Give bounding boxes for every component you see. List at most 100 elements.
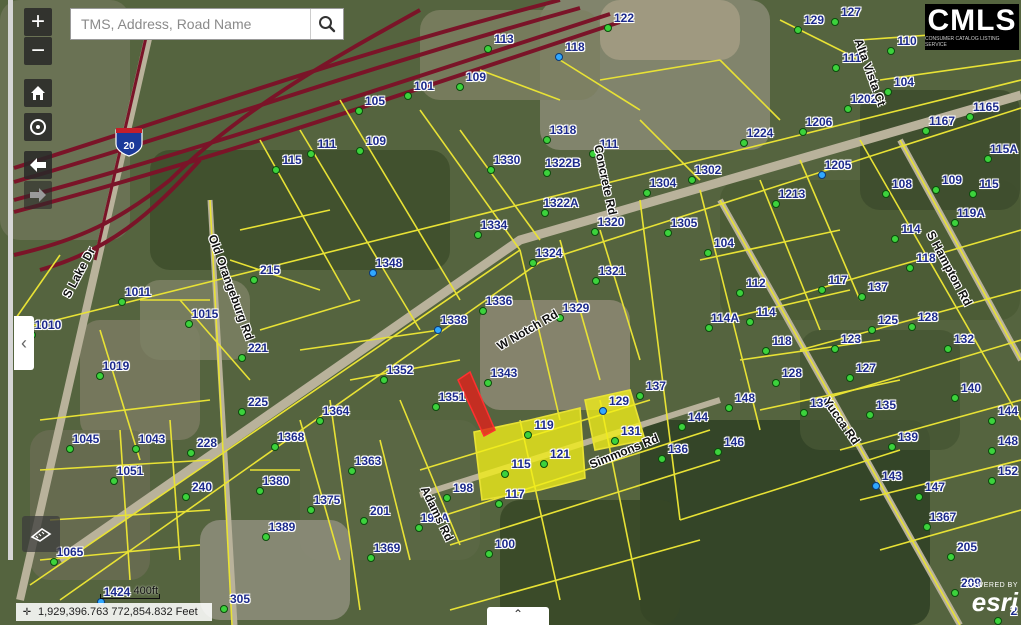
- parcel-label[interactable]: 143: [882, 469, 902, 483]
- parcel-marker[interactable]: [456, 83, 464, 91]
- parcel-marker[interactable]: [415, 524, 423, 532]
- parcel-marker[interactable]: [915, 493, 923, 501]
- parcel-label[interactable]: 139: [898, 430, 918, 444]
- parcel-marker[interactable]: [540, 460, 548, 468]
- measure-button[interactable]: [22, 516, 60, 552]
- parcel-marker[interactable]: [501, 470, 509, 478]
- parcel-label[interactable]: 240: [192, 480, 212, 494]
- parcel-marker[interactable]: [746, 318, 754, 326]
- parcel-label[interactable]: 115: [511, 457, 530, 471]
- zoom-out-button[interactable]: −: [24, 37, 52, 65]
- parcel-label[interactable]: 121: [550, 447, 570, 461]
- forward-extent-button[interactable]: [24, 181, 52, 209]
- collapse-panel-button[interactable]: ‹: [14, 316, 34, 370]
- parcel-label[interactable]: 115A: [990, 142, 1018, 156]
- parcel-label[interactable]: 1015: [192, 307, 219, 321]
- parcel-marker[interactable]: [736, 289, 744, 297]
- parcel-label[interactable]: 112: [746, 276, 765, 290]
- parcel-marker[interactable]: [832, 64, 840, 72]
- parcel-marker[interactable]: [944, 345, 952, 353]
- parcel-marker[interactable]: [555, 53, 563, 61]
- parcel-label[interactable]: 305: [230, 592, 250, 606]
- parcel-label[interactable]: 101: [414, 79, 434, 93]
- parcel-label[interactable]: 1051: [117, 464, 144, 478]
- parcel-marker[interactable]: [50, 558, 58, 566]
- parcel-label[interactable]: 1369: [374, 541, 401, 555]
- parcel-label[interactable]: 105: [365, 94, 385, 108]
- parcel-marker[interactable]: [772, 379, 780, 387]
- parcel-marker[interactable]: [966, 113, 974, 121]
- parcel-marker[interactable]: [271, 443, 279, 451]
- parcel-label[interactable]: 137: [646, 379, 666, 393]
- parcel-marker[interactable]: [643, 189, 651, 197]
- parcel-label[interactable]: 117: [828, 273, 847, 287]
- parcel-marker[interactable]: [658, 455, 666, 463]
- parcel-marker[interactable]: [487, 166, 495, 174]
- parcel-marker[interactable]: [367, 554, 375, 562]
- parcel-label[interactable]: 201: [370, 504, 390, 518]
- parcel-marker[interactable]: [772, 200, 780, 208]
- parcel-label[interactable]: 108: [892, 177, 912, 191]
- parcel-label[interactable]: 1368: [278, 430, 305, 444]
- parcel-marker[interactable]: [592, 277, 600, 285]
- parcel-label[interactable]: 1213: [779, 187, 806, 201]
- parcel-label[interactable]: 1363: [355, 454, 382, 468]
- parcel-label[interactable]: 119: [534, 418, 553, 432]
- parcel-marker[interactable]: [799, 128, 807, 136]
- parcel-label[interactable]: 144: [998, 404, 1018, 418]
- parcel-marker[interactable]: [238, 408, 246, 416]
- parcel-label[interactable]: 1011: [125, 285, 151, 299]
- parcel-marker[interactable]: [132, 445, 140, 453]
- parcel-marker[interactable]: [882, 190, 890, 198]
- parcel-label[interactable]: 128: [782, 366, 802, 380]
- parcel-label[interactable]: 109: [466, 70, 486, 84]
- parcel-label[interactable]: 1302: [695, 163, 722, 177]
- parcel-marker[interactable]: [872, 482, 880, 490]
- parcel-label[interactable]: 1389: [269, 520, 296, 534]
- parcel-marker[interactable]: [923, 523, 931, 531]
- parcel-label[interactable]: 111: [318, 137, 337, 151]
- parcel-label[interactable]: 117: [505, 487, 524, 501]
- parcel-marker[interactable]: [484, 45, 492, 53]
- parcel-label[interactable]: 109: [942, 173, 962, 187]
- parcel-marker[interactable]: [434, 326, 442, 334]
- parcel-label[interactable]: 118: [772, 334, 791, 348]
- parcel-label[interactable]: 1304: [650, 176, 677, 190]
- parcel-label[interactable]: 1167: [929, 114, 955, 128]
- parcel-marker[interactable]: [355, 107, 363, 115]
- parcel-label[interactable]: 128: [918, 310, 938, 324]
- parcel-marker[interactable]: [316, 417, 324, 425]
- parcel-label[interactable]: 1329: [563, 301, 590, 315]
- parcel-marker[interactable]: [800, 409, 808, 417]
- parcel-marker[interactable]: [250, 276, 258, 284]
- parcel-marker[interactable]: [604, 24, 612, 32]
- parcel-marker[interactable]: [495, 500, 503, 508]
- parcel-label[interactable]: 1322B: [545, 156, 580, 170]
- parcel-label[interactable]: 1043: [139, 432, 166, 446]
- parcel-label[interactable]: 132: [954, 332, 974, 346]
- parcel-marker[interactable]: [887, 47, 895, 55]
- parcel-marker[interactable]: [182, 493, 190, 501]
- parcel-label[interactable]: 1351: [439, 390, 466, 404]
- parcel-marker[interactable]: [762, 347, 770, 355]
- locate-button[interactable]: [24, 113, 52, 141]
- parcel-marker[interactable]: [360, 517, 368, 525]
- parcel-label[interactable]: 215: [260, 263, 280, 277]
- parcel-marker[interactable]: [524, 431, 532, 439]
- parcel-marker[interactable]: [348, 467, 356, 475]
- parcel-label[interactable]: 109: [366, 134, 386, 148]
- parcel-marker[interactable]: [868, 326, 876, 334]
- parcel-marker[interactable]: [725, 404, 733, 412]
- parcel-marker[interactable]: [272, 166, 280, 174]
- parcel-label[interactable]: 125: [878, 313, 898, 327]
- parcel-label[interactable]: 1206: [806, 115, 833, 129]
- parcel-label[interactable]: 1343: [491, 366, 518, 380]
- parcel-marker[interactable]: [740, 139, 748, 147]
- parcel-label[interactable]: 1322A: [543, 196, 578, 210]
- parcel-marker[interactable]: [906, 264, 914, 272]
- parcel-marker[interactable]: [543, 136, 551, 144]
- parcel-label[interactable]: 140: [961, 381, 981, 395]
- parcel-marker[interactable]: [858, 293, 866, 301]
- parcel-label[interactable]: 1010: [35, 318, 62, 332]
- parcel-marker[interactable]: [185, 320, 193, 328]
